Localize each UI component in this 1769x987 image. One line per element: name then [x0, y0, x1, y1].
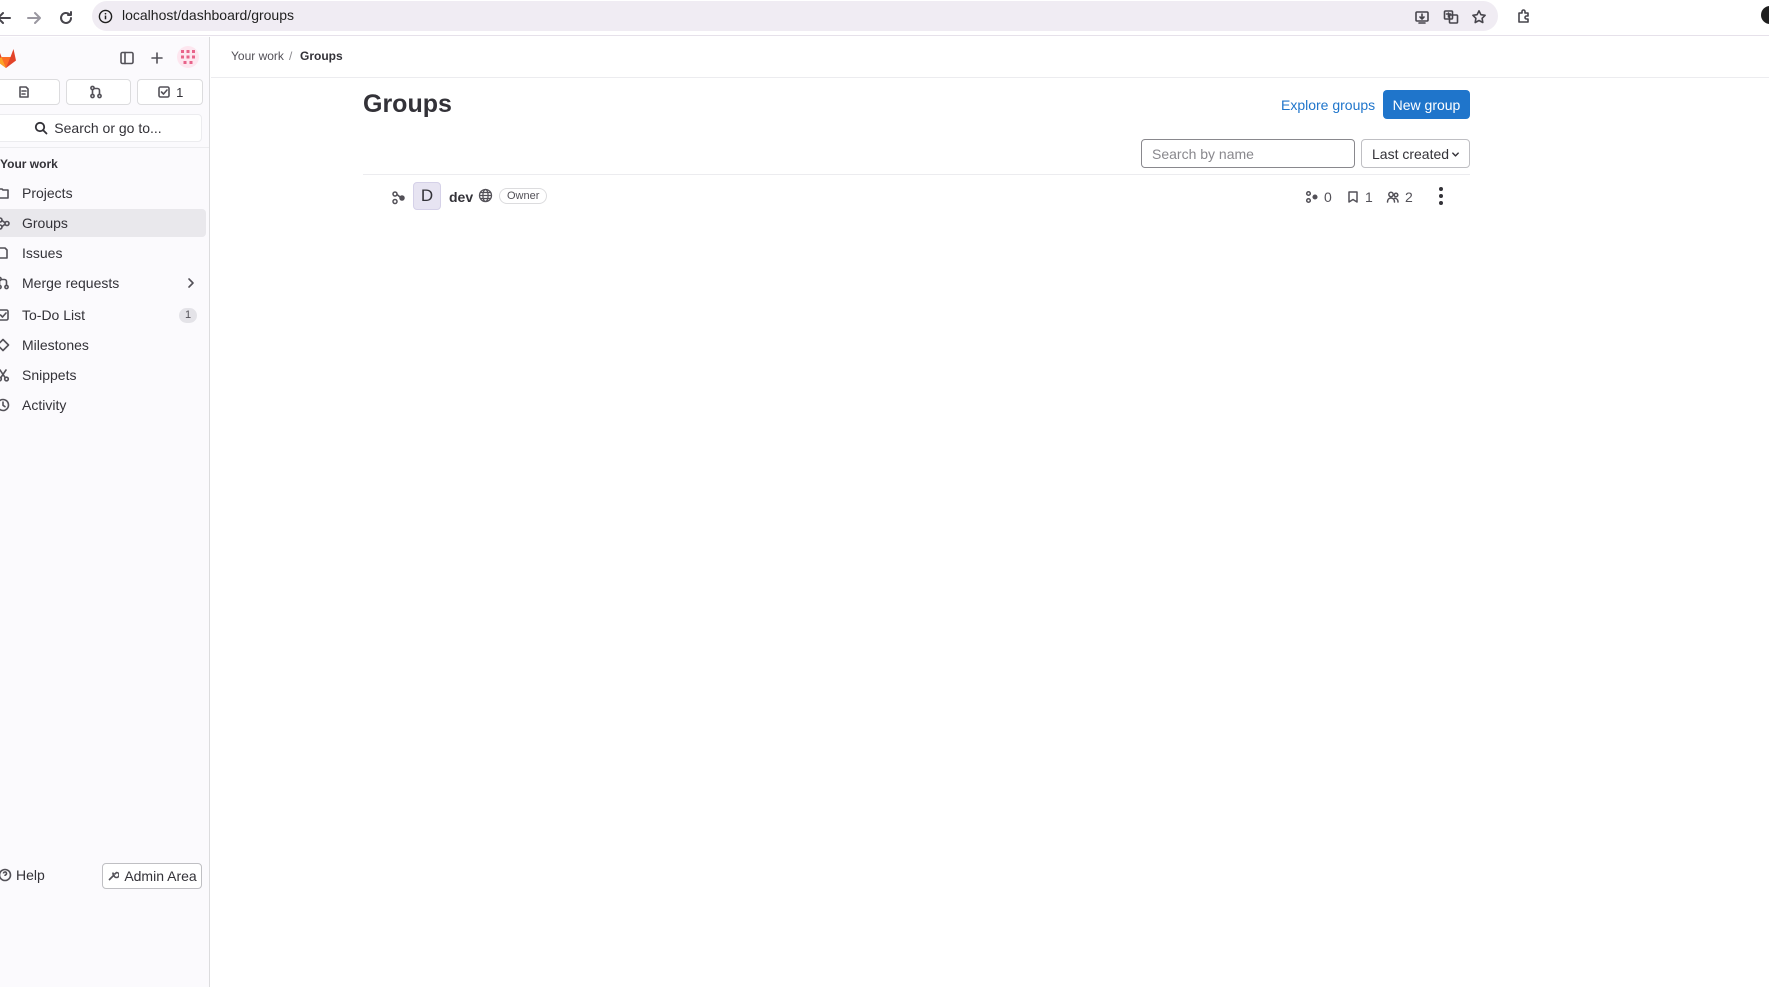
sidebar-item-merge-requests[interactable]: Merge requests — [0, 269, 206, 297]
identicon-icon — [181, 50, 195, 64]
sidebar-item-label: Activity — [22, 397, 67, 413]
arrow-left-icon — [0, 12, 11, 24]
help-button[interactable]: Help — [0, 867, 45, 883]
todos-counter[interactable]: 1 — [137, 79, 204, 105]
admin-label: Admin Area — [124, 868, 197, 884]
role-badge: Owner — [499, 188, 548, 204]
plus-icon — [151, 52, 163, 64]
assigned-issues-counter[interactable] — [0, 79, 60, 105]
todos-count: 1 — [176, 84, 184, 100]
site-info-icon[interactable] — [96, 7, 114, 25]
search-or-go-to-button[interactable]: Search or go to... — [0, 114, 202, 142]
search-label: Search or go to... — [54, 120, 162, 136]
todo-count-badge: 1 — [179, 308, 197, 323]
extensions-icon[interactable] — [1513, 5, 1535, 27]
group-row[interactable]: D dev Owner 0 1 2 — [363, 178, 1470, 214]
search-by-name-input[interactable] — [1141, 139, 1355, 168]
create-new-button[interactable] — [144, 45, 170, 71]
subgroups-count-value: 0 — [1324, 189, 1332, 205]
sidebar-section-title: Your work — [0, 157, 58, 171]
sidebar-item-todo-list[interactable]: To-Do List 1 — [0, 301, 206, 329]
subgroup-icon — [391, 190, 406, 205]
issues-icon — [19, 86, 30, 98]
user-avatar[interactable] — [177, 46, 199, 68]
merge-requests-counter[interactable] — [65, 79, 132, 105]
sidebar-item-label: Issues — [22, 245, 63, 261]
subgroups-count: 0 — [1305, 189, 1332, 205]
sidebar-item-milestones[interactable]: Milestones — [0, 331, 206, 359]
project-icon — [0, 185, 10, 201]
sidebar-divider — [0, 147, 209, 148]
sidebar: 1 Search or go to... Your work Projects … — [0, 37, 210, 987]
browser-toolbar: localhost/dashboard/groups — [0, 0, 1769, 36]
todo-icon — [158, 86, 170, 98]
forward-button[interactable] — [22, 6, 46, 30]
group-name-link[interactable]: dev — [449, 189, 473, 205]
merge-request-icon — [0, 275, 10, 291]
sidebar-item-label: Merge requests — [22, 275, 120, 291]
admin-area-button[interactable]: Admin Area — [102, 863, 202, 889]
browser-profile-avatar[interactable] — [1761, 6, 1769, 24]
admin-icon — [108, 871, 120, 881]
bookmark-icon — [1348, 191, 1358, 203]
sidebar-item-projects[interactable]: Projects — [0, 179, 206, 207]
subgroup-icon — [1305, 190, 1318, 204]
breadcrumb-your-work[interactable]: Your work — [231, 49, 284, 63]
members-count: 2 — [1386, 189, 1413, 205]
ellipsis-v-icon — [1439, 187, 1443, 191]
globe-icon — [478, 188, 493, 203]
sidebar-item-label: Snippets — [22, 367, 77, 383]
projects-count: 1 — [1346, 189, 1373, 205]
sort-dropdown-label: Last created — [1372, 145, 1450, 162]
sidebar-item-activity[interactable]: Activity — [0, 391, 206, 419]
todo-icon — [0, 307, 10, 323]
explore-groups-link[interactable]: Explore groups — [1281, 97, 1375, 113]
back-button[interactable] — [0, 6, 16, 30]
history-icon — [0, 397, 10, 413]
sidebar-item-issues[interactable]: Issues — [0, 239, 206, 267]
chevron-down-icon — [1452, 152, 1459, 157]
sidebar-item-label: To-Do List — [22, 307, 86, 323]
milestone-icon — [0, 337, 10, 353]
top-bar: Your work / Groups — [211, 37, 1769, 78]
collapse-sidebar-button[interactable] — [114, 45, 140, 71]
url-text: localhost/dashboard/groups — [122, 7, 295, 23]
sort-dropdown[interactable]: Last created — [1361, 139, 1470, 168]
bookmark-star-icon[interactable] — [1469, 7, 1489, 27]
issues-icon — [0, 245, 10, 261]
sidebar-icon — [120, 51, 134, 65]
gitlab-logo-icon[interactable] — [0, 47, 18, 69]
new-group-button[interactable]: New group — [1383, 90, 1470, 119]
users-icon — [1386, 191, 1399, 203]
sidebar-item-label: Milestones — [22, 337, 89, 353]
arrow-right-icon — [27, 12, 41, 24]
projects-count-value: 1 — [1365, 189, 1373, 205]
group-icon — [0, 215, 10, 231]
user-counters: 1 — [0, 79, 204, 105]
page-title: Groups — [363, 90, 452, 118]
reload-button[interactable] — [54, 6, 78, 30]
breadcrumb-groups[interactable]: Groups — [300, 49, 343, 63]
help-label: Help — [16, 867, 45, 883]
snippet-icon — [0, 367, 10, 383]
search-icon — [35, 121, 48, 135]
sidebar-item-snippets[interactable]: Snippets — [0, 361, 206, 389]
sidebar-item-label: Groups — [22, 215, 68, 231]
list-divider — [363, 174, 1470, 175]
breadcrumb-separator: / — [289, 49, 293, 63]
address-bar[interactable]: localhost/dashboard/groups — [92, 1, 1498, 31]
merge-request-icon — [90, 85, 102, 99]
sidebar-item-label: Projects — [22, 185, 73, 201]
members-count-value: 2 — [1405, 189, 1413, 205]
reload-icon — [60, 11, 72, 24]
more-actions-button[interactable] — [1433, 186, 1449, 206]
sidebar-item-groups[interactable]: Groups — [0, 209, 206, 237]
group-avatar[interactable]: D — [413, 182, 441, 210]
install-app-icon[interactable] — [1412, 7, 1432, 27]
translate-icon[interactable] — [1441, 7, 1461, 27]
question-icon — [0, 868, 12, 882]
chevron-right-icon[interactable] — [186, 276, 196, 290]
